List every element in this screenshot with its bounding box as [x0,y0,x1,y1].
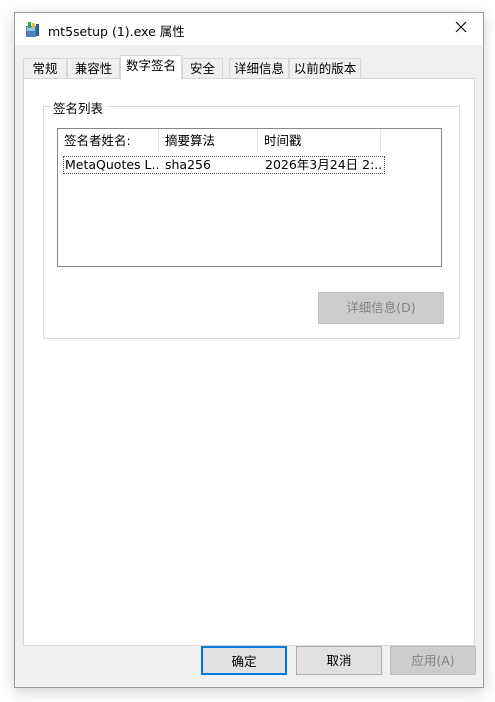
window-title: mt5setup (1).exe 属性 [48,24,185,39]
signature-list[interactable]: 签名者姓名: 摘要算法 时间戳 MetaQuotes L... sha256 2… [57,128,442,267]
close-button[interactable] [439,13,483,43]
table-row[interactable]: MetaQuotes L... sha256 2026年3月24日 2:... [63,156,385,174]
signer-name-cell: MetaQuotes L... [65,157,158,172]
list-header: 签名者姓名: 摘要算法 时间戳 [58,129,441,152]
cancel-button[interactable]: 取消 [296,646,382,675]
title-bar: mt5setup (1).exe 属性 [15,13,483,45]
column-header-timestamp[interactable]: 时间戳 [258,129,381,152]
properties-dialog: mt5setup (1).exe 属性 常规 兼容性 数字签名 安全 详细信息 … [14,12,484,688]
tab-details[interactable]: 详细信息 [229,58,289,79]
tab-general[interactable]: 常规 [23,58,67,79]
digest-algorithm-cell: sha256 [165,157,211,172]
tab-digital-signatures[interactable]: 数字签名 [120,55,182,80]
group-label: 签名列表 [50,98,107,117]
tab-compatibility[interactable]: 兼容性 [67,58,120,79]
apply-button[interactable]: 应用(A) [390,646,476,675]
close-icon [455,21,467,36]
column-header-signer[interactable]: 签名者姓名: [58,129,159,152]
installer-icon [25,21,41,38]
column-header-digest[interactable]: 摘要算法 [159,129,258,152]
signature-list-group: 签名列表 签名者姓名: 摘要算法 时间戳 MetaQuotes L... sha… [43,98,460,339]
tab-security[interactable]: 安全 [182,58,223,79]
timestamp-cell: 2026年3月24日 2:... [265,157,383,172]
tab-previous-versions[interactable]: 以前的版本 [289,58,361,79]
details-button[interactable]: 详细信息(D) [318,292,444,324]
digital-signatures-panel: 签名列表 签名者姓名: 摘要算法 时间戳 MetaQuotes L... sha… [23,78,475,646]
tab-strip: 常规 兼容性 数字签名 安全 详细信息 以前的版本 [23,55,475,80]
ok-button[interactable]: 确定 [201,646,287,675]
